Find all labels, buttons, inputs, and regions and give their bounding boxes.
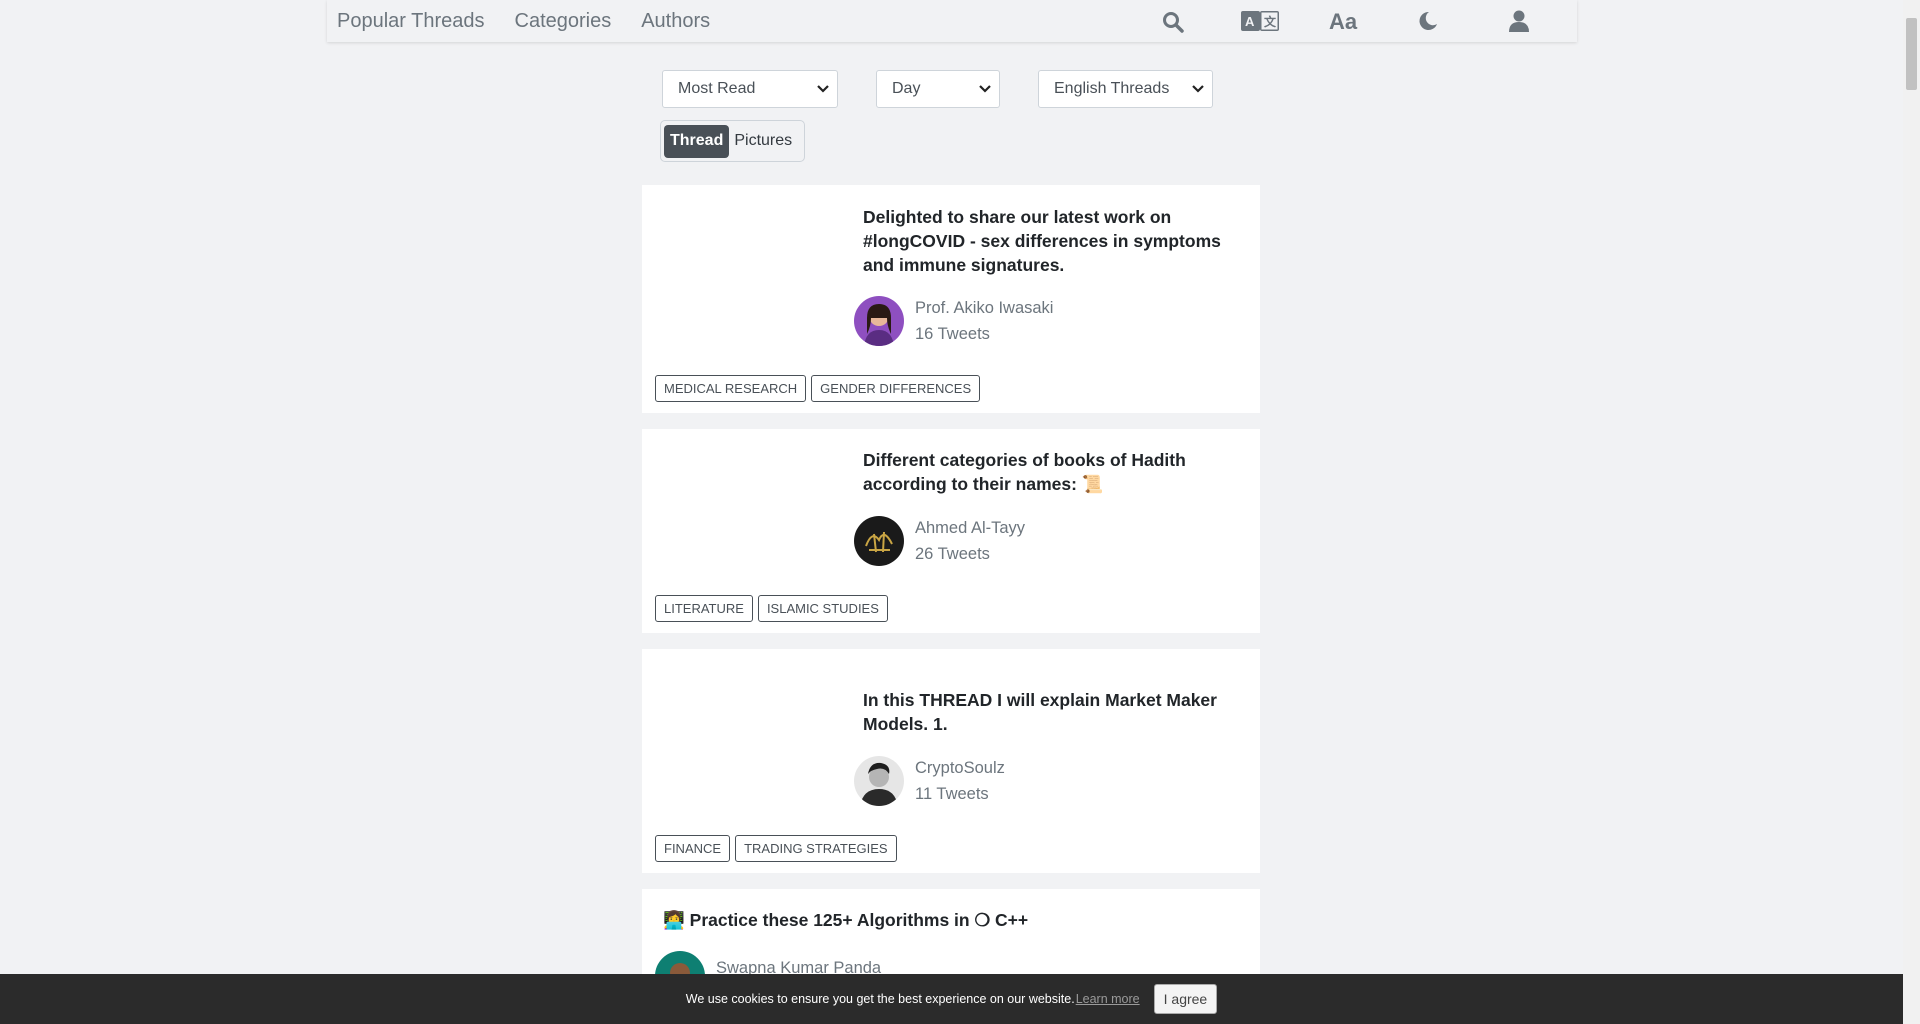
chevron-down-icon	[817, 85, 829, 93]
nav-popular-threads[interactable]: Popular Threads	[337, 10, 485, 33]
thread-card[interactable]: In this THREAD I will explain Market Mak…	[642, 649, 1260, 873]
tag[interactable]: MEDICAL RESEARCH	[655, 375, 807, 402]
chevron-down-icon	[1192, 85, 1204, 93]
font-size-icon[interactable]: Aa	[1329, 9, 1361, 33]
tag[interactable]: FINANCE	[655, 835, 731, 862]
cookie-agree-button[interactable]: I agree	[1153, 984, 1218, 1014]
tag-list: LITERATURE ISLAMIC STUDIES	[655, 595, 893, 622]
language-select-value: English Threads	[1054, 80, 1170, 97]
author-name: CryptoSoulz	[915, 759, 1005, 777]
chevron-down-icon	[979, 85, 991, 93]
svg-text:文: 文	[1264, 14, 1277, 29]
page-scrollbar[interactable]	[1903, 0, 1920, 1024]
dark-mode-icon[interactable]	[1415, 9, 1439, 33]
svg-text:Aa: Aa	[1329, 9, 1358, 33]
period-select[interactable]: Day	[876, 70, 1000, 108]
user-icon[interactable]	[1507, 9, 1531, 33]
tag[interactable]: LITERATURE	[655, 595, 753, 622]
thread-author[interactable]: Ahmed Al-Tayy 26 Tweets	[854, 515, 1025, 567]
thread-card[interactable]: Different categories of books of Hadith …	[642, 429, 1260, 633]
thread-title[interactable]: 👩‍💻 Practice these 125+ Algorithms in ❍ …	[663, 908, 1223, 932]
nav-categories[interactable]: Categories	[515, 10, 612, 33]
top-navbar: Popular Threads Categories Authors A文 Aa	[327, 0, 1577, 42]
view-toggle: Thread Pictures	[660, 120, 805, 162]
thread-author[interactable]: Prof. Akiko Iwasaki 16 Tweets	[854, 295, 1053, 347]
thread-title[interactable]: In this THREAD I will explain Market Mak…	[863, 688, 1243, 736]
toggle-thread[interactable]: Thread	[664, 124, 730, 158]
sort-select[interactable]: Most Read	[662, 70, 838, 108]
sort-select-value: Most Read	[678, 80, 756, 97]
cookie-banner: We use cookies to ensure you get the bes…	[0, 974, 1903, 1024]
avatar	[854, 516, 904, 566]
tag[interactable]: TRADING STRATEGIES	[735, 835, 897, 862]
svg-text:A: A	[1245, 14, 1255, 29]
tag[interactable]: GENDER DIFFERENCES	[811, 375, 981, 402]
thread-title[interactable]: Delighted to share our latest work on #l…	[863, 205, 1243, 277]
author-name: Ahmed Al-Tayy	[915, 519, 1026, 537]
tweet-count: 16 Tweets	[915, 325, 990, 343]
avatar	[854, 756, 904, 806]
thread-author[interactable]: CryptoSoulz 11 Tweets	[854, 755, 1005, 807]
cookie-message: We use cookies to ensure you get the bes…	[685, 992, 1075, 1006]
period-select-value: Day	[892, 80, 921, 97]
tag-list: MEDICAL RESEARCH GENDER DIFFERENCES	[655, 375, 985, 402]
tag[interactable]: ISLAMIC STUDIES	[757, 595, 888, 622]
thread-title[interactable]: Different categories of books of Hadith …	[863, 448, 1243, 496]
toggle-pictures[interactable]: Pictures	[729, 125, 798, 158]
nav-authors[interactable]: Authors	[641, 10, 710, 33]
scrollbar-thumb[interactable]	[1906, 18, 1917, 90]
tweet-count: 11 Tweets	[915, 785, 989, 803]
search-icon[interactable]	[1161, 10, 1185, 34]
language-select[interactable]: English Threads	[1038, 70, 1213, 108]
avatar	[854, 296, 904, 346]
tweet-count: 26 Tweets	[915, 545, 990, 563]
author-name: Prof. Akiko Iwasaki	[915, 299, 1054, 317]
translate-icon[interactable]: A文	[1240, 9, 1280, 33]
thread-card[interactable]: Delighted to share our latest work on #l…	[642, 185, 1260, 413]
cookie-learn-more-link[interactable]: Learn more	[1076, 992, 1140, 1006]
tag-list: FINANCE TRADING STRATEGIES	[655, 835, 902, 862]
